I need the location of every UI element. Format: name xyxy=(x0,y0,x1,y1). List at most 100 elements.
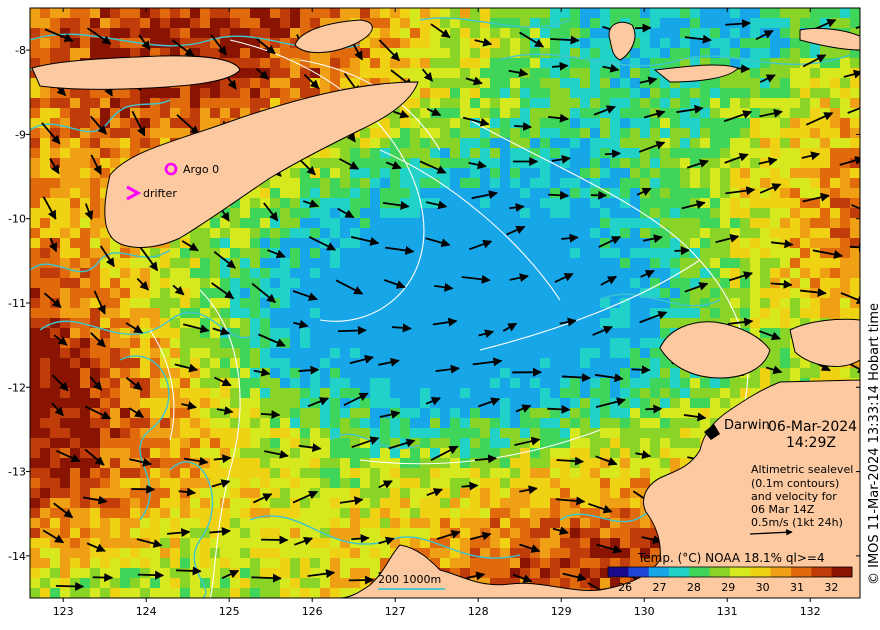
sst-cell xyxy=(370,528,380,538)
sst-cell xyxy=(410,28,420,38)
sst-cell xyxy=(30,308,40,318)
sst-cell xyxy=(320,338,330,348)
sst-cell xyxy=(150,338,160,348)
sst-cell xyxy=(580,238,590,248)
sst-cell xyxy=(490,388,500,398)
sst-cell xyxy=(200,488,210,498)
sst-cell xyxy=(340,248,350,258)
sst-cell xyxy=(540,548,550,558)
sst-cell xyxy=(810,78,820,88)
sst-cell xyxy=(290,398,300,408)
sst-cell xyxy=(400,508,410,518)
sst-cell xyxy=(340,188,350,198)
sst-cell xyxy=(720,168,730,178)
sst-cell xyxy=(680,148,690,158)
sst-cell xyxy=(490,568,500,578)
sst-cell xyxy=(460,38,470,48)
sst-cell xyxy=(480,558,490,568)
sst-cell xyxy=(130,508,140,518)
sst-cell xyxy=(550,168,560,178)
sst-cell xyxy=(480,428,490,438)
sst-cell xyxy=(430,118,440,128)
sst-cell xyxy=(340,338,350,348)
sst-cell xyxy=(550,238,560,248)
sst-cell xyxy=(430,428,440,438)
sst-cell xyxy=(560,308,570,318)
sst-cell xyxy=(450,308,460,318)
sst-cell xyxy=(360,468,370,478)
sst-cell xyxy=(570,288,580,298)
sst-cell xyxy=(320,418,330,428)
sst-cell xyxy=(50,288,60,298)
sst-cell xyxy=(780,208,790,218)
sst-cell xyxy=(60,348,70,358)
sst-cell xyxy=(40,338,50,348)
sst-cell xyxy=(800,228,810,238)
sst-cell xyxy=(490,448,500,458)
sst-cell xyxy=(400,388,410,398)
sst-cell xyxy=(550,438,560,448)
sst-cell xyxy=(80,498,90,508)
sst-cell xyxy=(750,78,760,88)
sst-cell xyxy=(430,98,440,108)
sst-cell xyxy=(550,148,560,158)
sst-cell xyxy=(440,378,450,388)
sst-cell xyxy=(530,238,540,248)
sst-cell xyxy=(100,268,110,278)
sst-cell xyxy=(220,268,230,278)
sst-cell xyxy=(210,348,220,358)
sst-cell xyxy=(320,178,330,188)
sst-cell xyxy=(370,478,380,488)
sst-cell xyxy=(60,318,70,328)
sst-cell xyxy=(90,198,100,208)
sst-cell xyxy=(490,418,500,428)
sst-cell xyxy=(590,198,600,208)
sst-cell xyxy=(420,148,430,158)
sst-cell xyxy=(550,268,560,278)
sst-cell xyxy=(470,248,480,258)
sst-cell xyxy=(700,118,710,128)
sst-cell xyxy=(180,578,190,588)
sst-cell xyxy=(490,348,500,358)
sst-cell xyxy=(470,488,480,498)
sst-cell xyxy=(400,428,410,438)
sst-cell xyxy=(270,288,280,298)
sst-cell xyxy=(120,128,130,138)
sst-cell xyxy=(240,58,250,68)
sst-cell xyxy=(560,258,570,268)
sst-cell xyxy=(320,218,330,228)
sst-cell xyxy=(560,138,570,148)
sst-cell xyxy=(170,358,180,368)
sst-cell xyxy=(430,248,440,258)
sst-cell xyxy=(670,428,680,438)
sst-cell xyxy=(570,498,580,508)
sst-cell xyxy=(550,78,560,88)
sst-cell xyxy=(220,538,230,548)
sst-cell xyxy=(810,88,820,98)
sst-cell xyxy=(60,428,70,438)
sst-cell xyxy=(720,298,730,308)
sst-cell xyxy=(290,78,300,88)
sst-cell xyxy=(290,248,300,258)
sst-cell xyxy=(240,218,250,228)
sst-cell xyxy=(790,198,800,208)
sst-cell xyxy=(640,28,650,38)
sst-cell xyxy=(750,128,760,138)
sst-cell xyxy=(380,398,390,408)
sst-cell xyxy=(170,538,180,548)
sst-cell xyxy=(290,88,300,98)
sst-cell xyxy=(410,518,420,528)
sst-cell xyxy=(50,218,60,228)
sst-cell xyxy=(230,208,240,218)
sst-cell xyxy=(640,248,650,258)
sst-cell xyxy=(440,518,450,528)
sst-cell xyxy=(300,378,310,388)
sst-cell xyxy=(340,258,350,268)
sst-cell xyxy=(250,448,260,458)
sst-cell xyxy=(630,278,640,288)
sst-cell xyxy=(120,508,130,518)
sst-cell xyxy=(360,368,370,378)
sst-cell xyxy=(170,298,180,308)
sst-cell xyxy=(770,348,780,358)
sst-cell xyxy=(170,418,180,428)
